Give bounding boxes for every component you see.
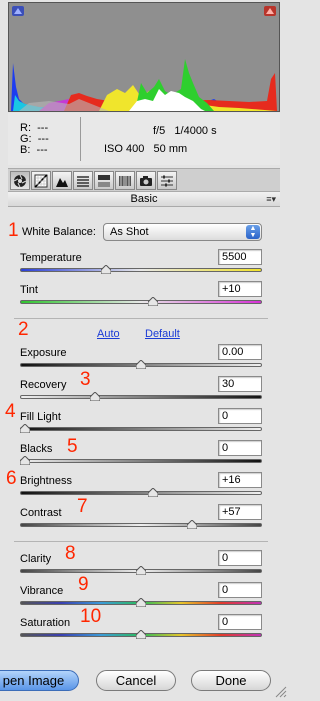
fill-light-thumb[interactable] — [20, 424, 30, 433]
done-button[interactable]: Done — [191, 670, 271, 691]
open-image-button[interactable]: pen Image — [0, 670, 79, 691]
tone-curve-icon[interactable] — [31, 171, 51, 190]
annotation-3: 3 — [80, 369, 91, 390]
default-link[interactable]: Default — [145, 328, 180, 340]
panel-tabs-toolbar — [8, 168, 280, 192]
clarity-thumb[interactable] — [136, 566, 146, 575]
basic-icon[interactable] — [10, 171, 30, 190]
panel-title: Basic — [130, 193, 158, 205]
tint-label: Tint — [20, 284, 38, 296]
temperature-label: Temperature — [20, 252, 82, 264]
b-label: B: — [20, 144, 31, 156]
info-panel: R: --- G: --- B: --- f/5 1/4000 s ISO 40… — [8, 113, 280, 165]
cancel-button[interactable]: Cancel — [96, 670, 176, 691]
clarity-field[interactable]: 0 — [218, 550, 262, 566]
contrast-thumb[interactable] — [187, 520, 198, 529]
annotation-8: 8 — [65, 543, 76, 564]
auto-link[interactable]: Auto — [97, 328, 120, 340]
recovery-label: Recovery — [20, 379, 67, 391]
brightness-field[interactable]: +16 — [218, 472, 262, 488]
temperature-field[interactable]: 5500 — [218, 249, 262, 265]
annotation-1: 1 — [8, 220, 19, 241]
recovery-field[interactable]: 30 — [218, 376, 262, 392]
recovery-thumb[interactable] — [89, 392, 100, 401]
exposure-field[interactable]: 0.00 — [218, 344, 262, 360]
annotation-5: 5 — [67, 436, 78, 457]
saturation-thumb[interactable] — [136, 630, 146, 639]
brightness-slider[interactable] — [20, 491, 262, 495]
clarity-label: Clarity — [20, 553, 52, 565]
aperture: f/5 — [153, 125, 166, 137]
resize-grip-icon[interactable] — [273, 684, 287, 698]
blacks-slider[interactable] — [20, 459, 262, 463]
highlight-clipping-warning-icon[interactable] — [264, 6, 276, 16]
contrast-slider[interactable] — [20, 523, 262, 527]
white-balance-label: White Balance: — [22, 226, 96, 238]
tint-slider[interactable] — [20, 300, 262, 304]
annotation-9: 9 — [78, 574, 89, 595]
contrast-label: Contrast — [20, 507, 62, 519]
annotation-10: 10 — [80, 606, 102, 627]
exposure-label: Exposure — [20, 347, 67, 359]
white-balance-value: As Shot — [110, 226, 149, 238]
saturation-field[interactable]: 0 — [218, 614, 262, 630]
rgb-readout: R: --- G: --- B: --- — [20, 123, 49, 156]
focal-length: 50 mm — [153, 143, 188, 155]
vibrance-field[interactable]: 0 — [218, 582, 262, 598]
brightness-thumb[interactable] — [147, 488, 158, 497]
detail-icon[interactable] — [52, 171, 72, 190]
separator-2 — [14, 541, 268, 542]
tint-thumb[interactable] — [147, 297, 158, 306]
temperature-thumb[interactable] — [101, 265, 112, 274]
recovery-slider[interactable] — [20, 395, 262, 399]
exposure-thumb[interactable] — [136, 360, 146, 369]
vibrance-label: Vibrance — [20, 585, 64, 597]
panel-header: Basic ≡▾ — [8, 192, 280, 207]
saturation-label: Saturation — [20, 617, 71, 629]
shadow-clipping-warning-icon[interactable] — [12, 6, 24, 16]
annotation-6: 6 — [6, 468, 17, 489]
brightness-label: Brightness — [20, 475, 72, 487]
panel-menu-icon[interactable]: ≡▾ — [266, 192, 276, 207]
iso: ISO 400 — [104, 143, 145, 155]
blacks-field[interactable]: 0 — [218, 440, 262, 456]
select-arrows-icon: ▲ ▼ — [246, 225, 260, 239]
exposure-info: f/5 1/4000 s — [153, 125, 217, 137]
lens-icon[interactable] — [115, 171, 135, 190]
separator-1 — [14, 318, 268, 319]
presets-icon[interactable] — [157, 171, 177, 190]
annotation-7: 7 — [77, 496, 88, 517]
white-balance-select[interactable]: As Shot ▲ ▼ — [103, 223, 262, 241]
temperature-slider[interactable] — [20, 268, 262, 272]
histogram — [8, 2, 280, 112]
blacks-label: Blacks — [20, 443, 53, 455]
hsl-icon[interactable] — [73, 171, 93, 190]
vibrance-thumb[interactable] — [136, 598, 146, 607]
camera-calibration-icon[interactable] — [136, 171, 156, 190]
split-toning-icon[interactable] — [94, 171, 114, 190]
tint-field[interactable]: +10 — [218, 281, 262, 297]
info-divider — [80, 117, 81, 161]
annotation-4: 4 — [5, 401, 16, 422]
shutter-speed: 1/4000 s — [174, 125, 217, 137]
b-value: --- — [36, 144, 48, 156]
fill-light-label: Fill Light — [20, 411, 61, 423]
contrast-field[interactable]: +57 — [218, 504, 262, 520]
blacks-thumb[interactable] — [20, 456, 30, 465]
annotation-2: 2 — [18, 319, 29, 340]
fill-light-slider[interactable] — [20, 427, 262, 431]
iso-focal-info: ISO 400 50 mm — [104, 143, 187, 155]
fill-light-field[interactable]: 0 — [218, 408, 262, 424]
